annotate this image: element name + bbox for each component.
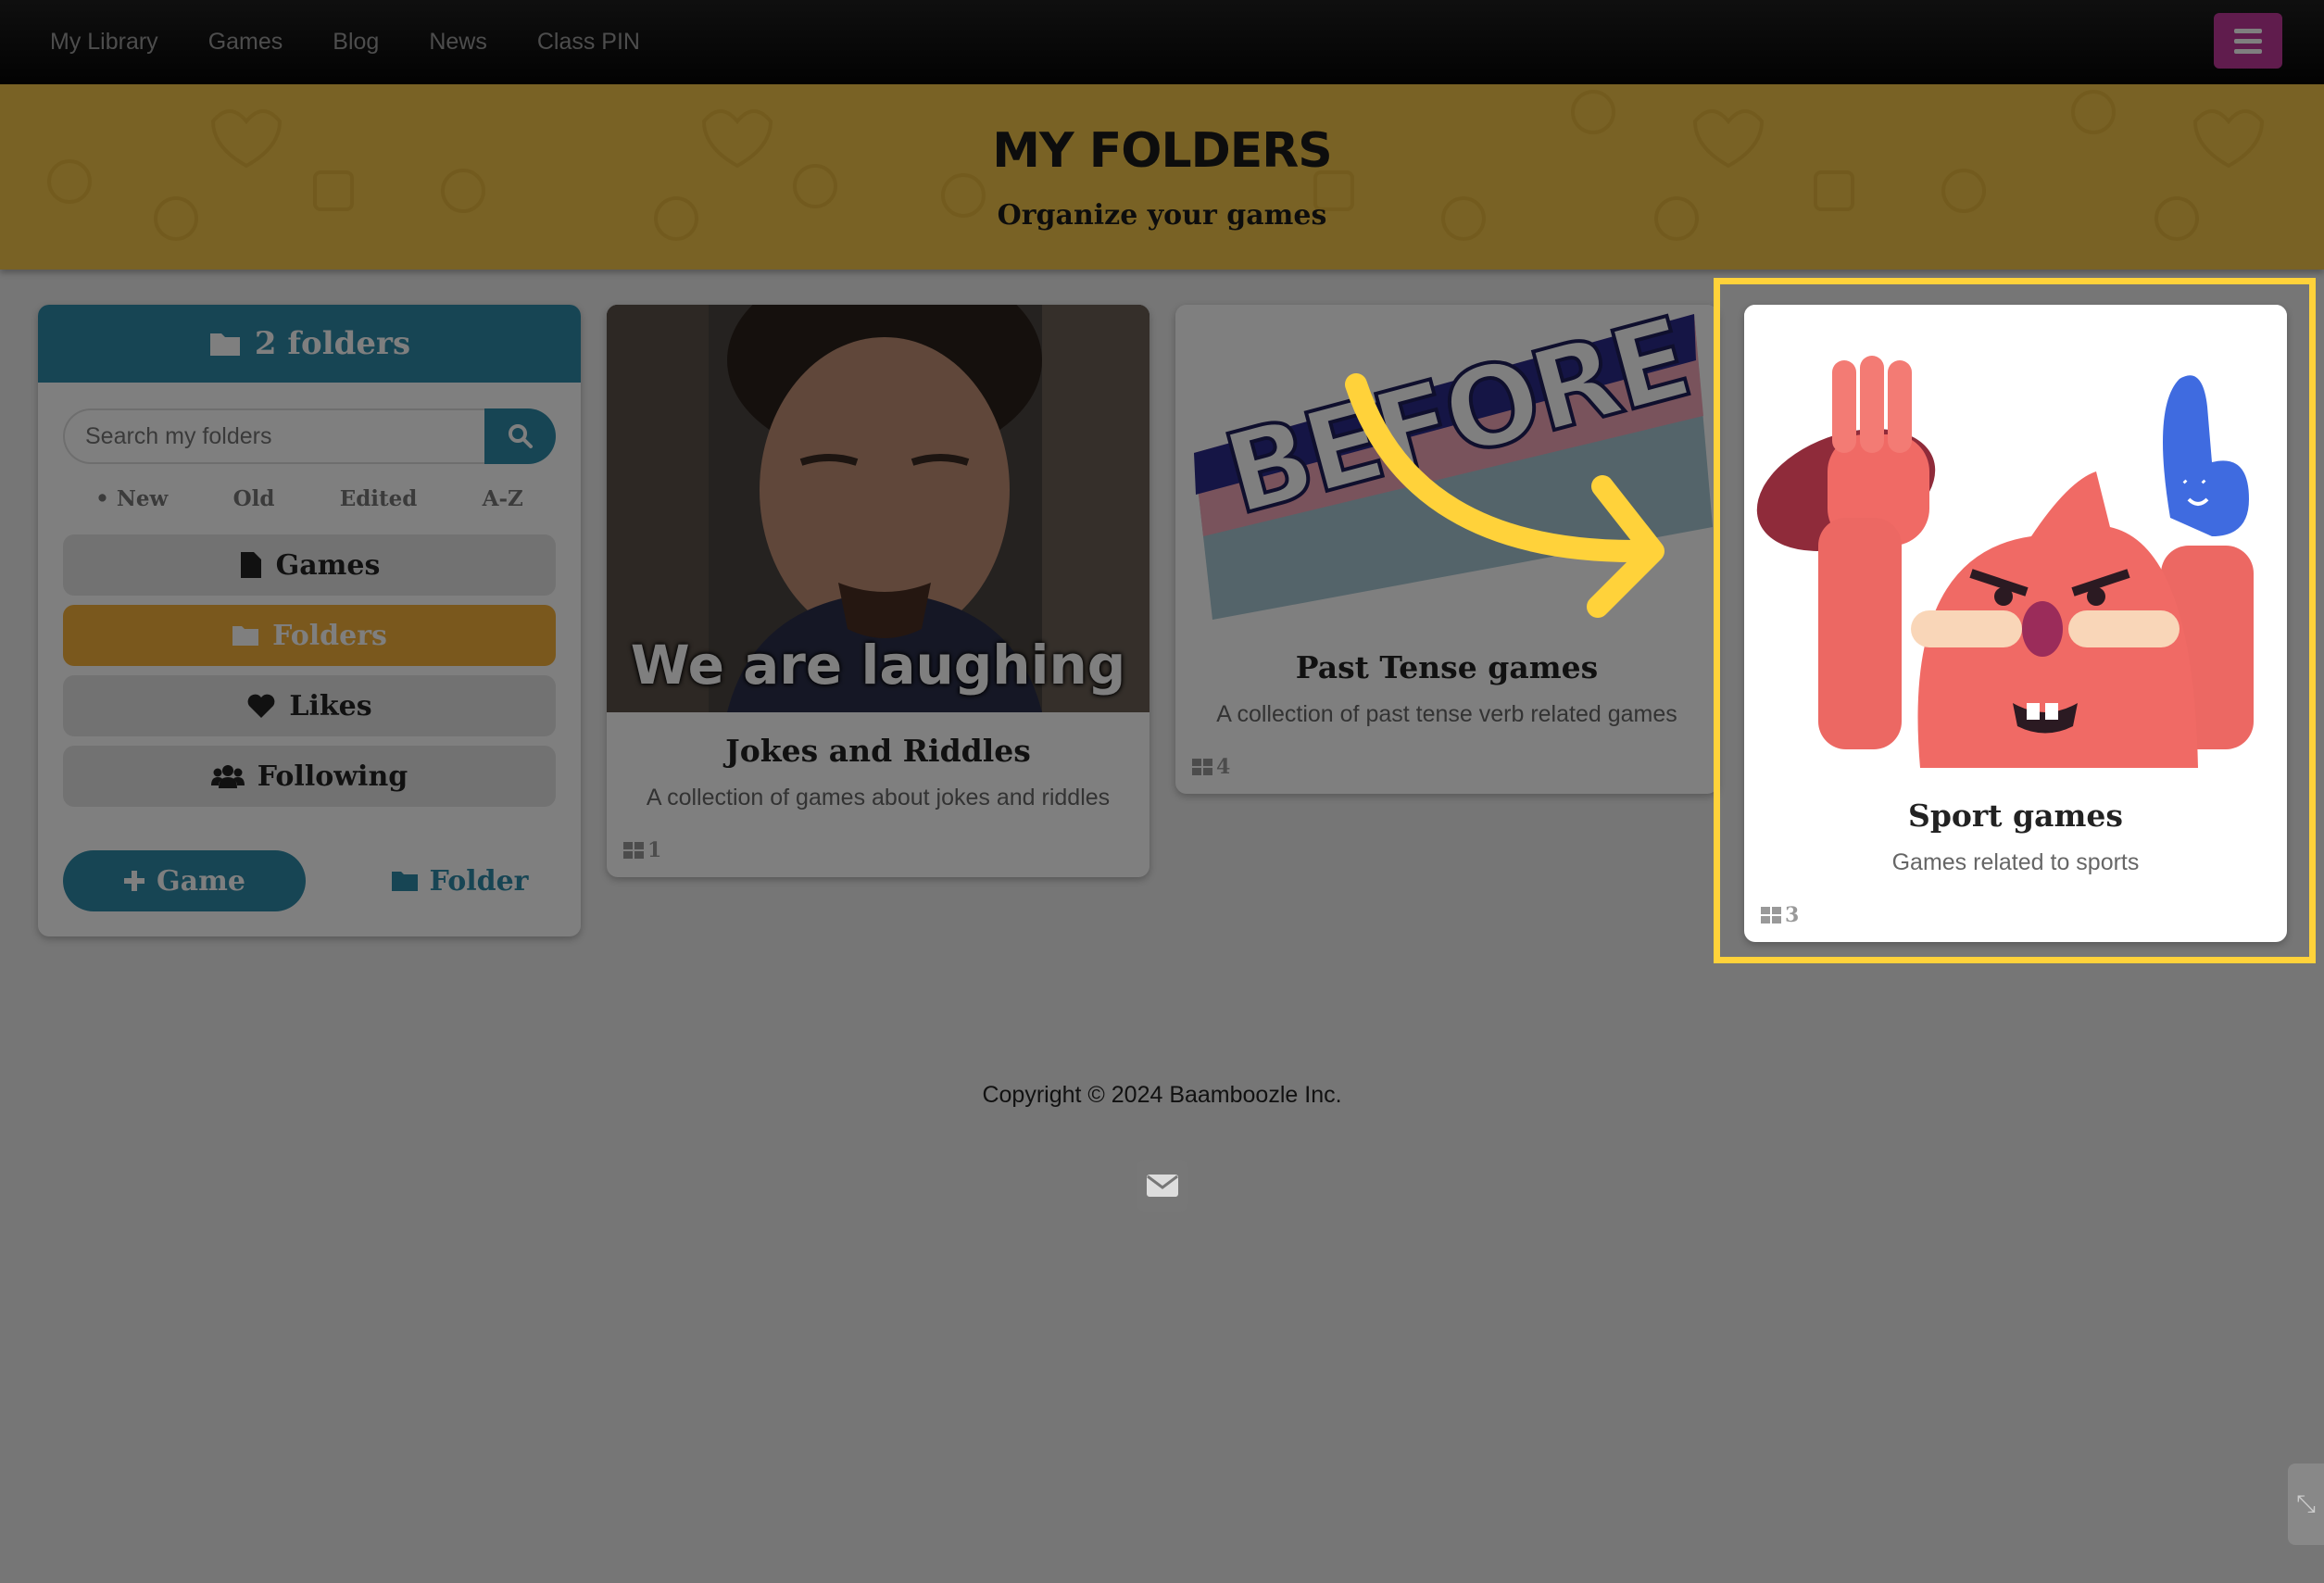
sort-options: • New Old Edited A-Z [63,486,556,511]
folder-count-label: 2 folders [254,325,411,362]
envelope-icon [1147,1175,1178,1197]
game-count-value: 4 [1216,755,1231,779]
footer-copyright: Copyright © 2024 Baamboozle Inc. [982,1082,1342,1108]
card-description: Games related to sports [1891,849,2140,875]
sidebar-item-label: Likes [289,689,372,722]
search-icon [508,424,533,448]
search-button[interactable] [484,408,556,464]
nav-link-blog[interactable]: Blog [333,29,379,56]
nav-link-games[interactable]: Games [208,29,283,56]
add-folder-button[interactable]: Folder [371,850,547,911]
folder-card-sport-games[interactable]: Sport games Games related to sports 3 [1744,305,2287,942]
sort-new[interactable]: • New [95,486,168,511]
folder-card-jokes-and-riddles[interactable]: We are laughing Jokes and Riddles A coll… [607,305,1149,877]
image-caption: We are laughing [630,634,1126,697]
card-title: Past Tense games [1295,649,1599,685]
card-title: Sport games [1908,798,2123,834]
top-navbar: My Library Games Blog News Class PIN [0,0,2324,84]
folder-thumbnail: We are laughing [607,305,1149,712]
plus-icon [124,871,145,891]
hamburger-menu-button[interactable] [2214,13,2282,69]
game-count-value: 3 [1785,903,1800,927]
grid-icon [1192,759,1212,775]
add-game-label: Game [157,864,245,898]
heart-icon [247,694,275,718]
sort-a-z[interactable]: A-Z [483,486,523,511]
card-title: Jokes and Riddles [725,733,1031,769]
sidebar-item-games[interactable]: Games [63,534,556,596]
folder-icon [209,333,240,356]
nav-link-class-pin[interactable]: Class PIN [537,29,640,56]
game-count-value: 1 [647,838,662,862]
page-subtitle: Organize your games [997,199,1327,232]
hamburger-icon [2234,28,2262,33]
game-count: 4 [1192,755,1230,779]
sidebar-item-label: Folders [272,619,387,652]
sidebar-item-likes[interactable]: Likes [63,675,556,736]
folders-sidebar: 2 folders • New Old Edited A-Z Games Fol… [38,305,581,936]
sidebar-header: 2 folders [38,305,581,383]
sidebar-item-label: Games [275,548,381,582]
sort-edited[interactable]: Edited [340,486,418,511]
expand-icon: ⤡ [2296,1489,2316,1517]
card-description: A collection of games about jokes and ri… [646,785,1111,810]
sidebar-item-label: Following [257,760,408,793]
sidebar-item-following[interactable]: Following [63,746,556,807]
search-group [63,408,556,464]
arrow-annotation-icon [1345,373,1664,618]
folder-icon [391,872,418,891]
nav-link-news[interactable]: News [429,29,487,56]
page-header-banner: MY FOLDERS Organize your games [0,84,2324,270]
sort-old[interactable]: Old [233,486,275,511]
add-folder-label: Folder [429,864,529,898]
game-count: 3 [1761,903,1799,927]
folder-icon [232,626,259,646]
grid-icon [1761,907,1781,923]
sport-monster-image [1756,356,2254,768]
file-icon [240,552,261,578]
page-title: MY FOLDERS [992,123,1333,179]
grid-icon [623,842,644,859]
folder-thumbnail [1744,305,2287,777]
game-count: 1 [623,838,661,862]
nav-link-my-library[interactable]: My Library [50,29,158,56]
search-input[interactable] [63,408,484,464]
users-icon [210,765,245,788]
email-link[interactable] [1137,1160,1188,1212]
side-feedback-tab[interactable]: ⤡ [2288,1464,2324,1545]
nav-links: My Library Games Blog News Class PIN [50,29,690,56]
sidebar-item-folders[interactable]: Folders [63,605,556,666]
card-description: A collection of past tense verb related … [1216,701,1677,727]
add-game-button[interactable]: Game [63,850,306,911]
